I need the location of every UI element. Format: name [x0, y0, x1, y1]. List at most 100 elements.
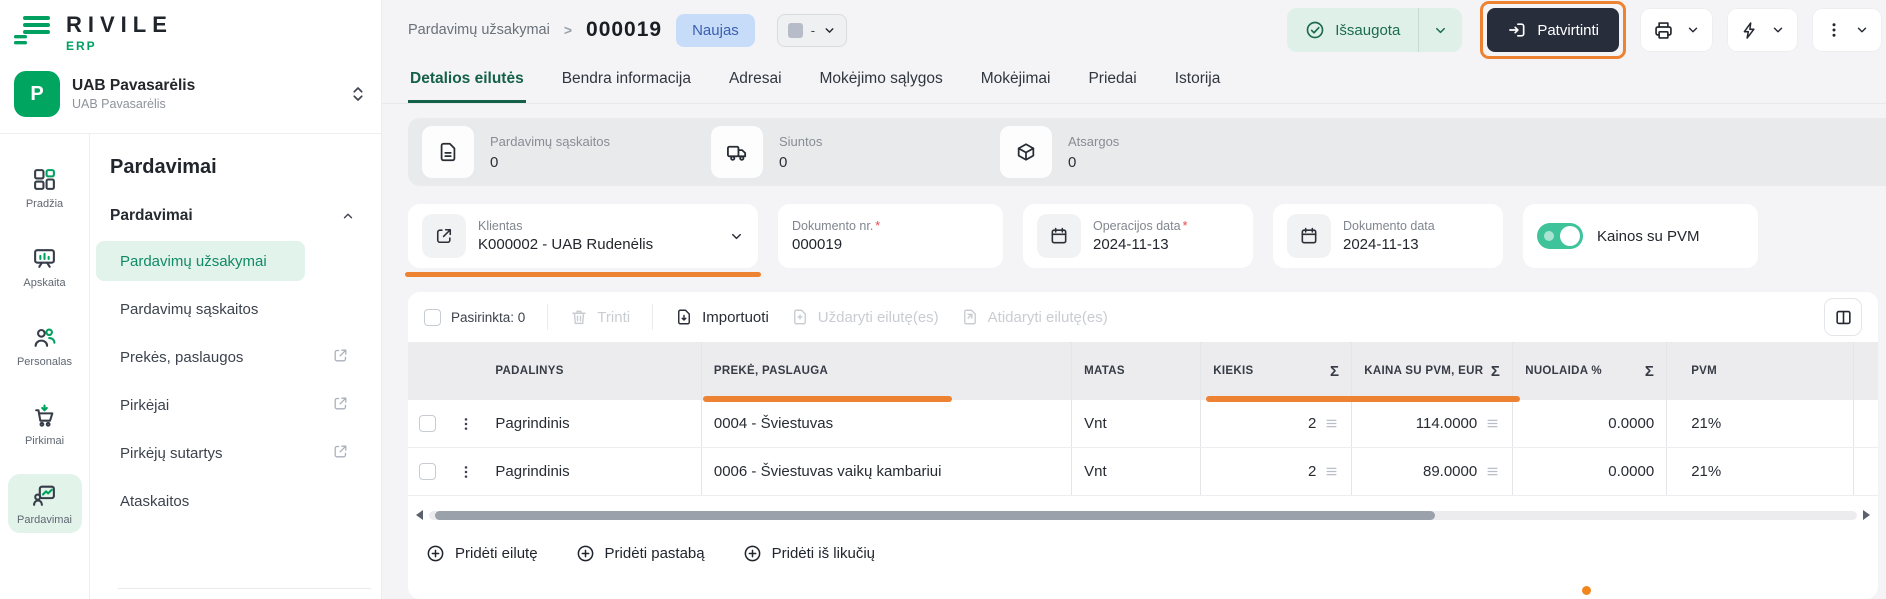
dokumento-data-field[interactable]: Dokumento data 2024-11-13 [1273, 204, 1503, 268]
chevron-down-icon [1686, 23, 1700, 37]
column-header-matas[interactable]: MATAS [1071, 342, 1200, 400]
sidebar-item-ataskaitos[interactable]: Ataskaitos [96, 481, 305, 521]
dokumento-data-value: 2024-11-13 [1343, 236, 1435, 253]
company-avatar: P [14, 71, 60, 117]
tab-bendra-informacija[interactable]: Bendra informacija [560, 60, 693, 103]
add-note-button[interactable]: Pridėti pastabą [576, 544, 705, 563]
scroll-right-arrow[interactable] [1863, 510, 1870, 520]
cell-menu-icon[interactable] [1324, 464, 1339, 479]
scroll-left-arrow[interactable] [416, 510, 423, 520]
import-button[interactable]: Importuoti [675, 308, 769, 326]
sidebar-item-pardavimu-saskaitos[interactable]: Pardavimų sąskaitos [96, 289, 305, 329]
lines-table-card: Pasirinkta: 0 Trinti Importuoti [408, 292, 1878, 599]
cell-kaina[interactable]: 89.0000 [1351, 448, 1512, 495]
menu-burger-icon[interactable] [14, 14, 52, 45]
brand-logo[interactable]: RIVILE ERP [66, 14, 173, 53]
more-menu-button[interactable] [1812, 8, 1882, 52]
cell-menu-icon[interactable] [1485, 416, 1500, 431]
columns-icon [1834, 308, 1853, 327]
sales-chart-person-icon [32, 483, 57, 508]
add-row-button[interactable]: Pridėti eilutę [426, 544, 538, 563]
rail-item-pradzia[interactable]: Pradžia [8, 158, 82, 217]
color-swatch [788, 23, 803, 38]
rail-item-apskaita[interactable]: Apskaita [8, 237, 82, 296]
cell-kiekis[interactable]: 2 [1200, 448, 1351, 495]
row-checkbox[interactable] [419, 415, 436, 432]
kainos-su-pvm-toggle[interactable] [1537, 223, 1583, 249]
company-updown-icon[interactable] [349, 84, 367, 104]
rail-item-personalas[interactable]: Personalas [8, 316, 82, 375]
tab-istorija[interactable]: Istorija [1173, 60, 1223, 103]
kainos-su-pvm-card: Kainos su PVM [1523, 204, 1758, 268]
column-header-preke[interactable]: PREKĖ, PASLAUGA [701, 342, 1071, 400]
sidebar-item-label: Pirkėjai [120, 397, 169, 414]
delete-rows-button[interactable]: Trinti [570, 308, 630, 326]
brand-product: ERP [66, 39, 173, 53]
summary-card-atsargos[interactable]: Atsargos 0 [1000, 126, 1225, 178]
toolbar-divider [547, 304, 548, 330]
cell-menu-icon[interactable] [1485, 464, 1500, 479]
sum-icon[interactable]: Σ [1330, 363, 1339, 380]
tab-adresai[interactable]: Adresai [727, 60, 784, 103]
breadcrumb[interactable]: Pardavimų užsakymai [408, 22, 550, 38]
chevron-up-icon [341, 209, 355, 223]
chart-board-icon [32, 246, 57, 271]
tab-mokejimai[interactable]: Mokėjimai [979, 60, 1053, 103]
menu-section-pardavimai[interactable]: Pardavimai [110, 207, 355, 225]
column-settings-button[interactable] [1824, 298, 1862, 336]
table-row[interactable]: Pagrindinis 0006 - Šviestuvas vaikų kamb… [408, 448, 1878, 496]
tab-bar: Detalios eilutės Bendra informacija Adre… [382, 60, 1886, 104]
print-menu-button[interactable] [1640, 8, 1713, 52]
page-header: Pardavimų užsakymai > 000019 Naujas - Iš… [382, 0, 1886, 60]
table-row[interactable]: Pagrindinis 0004 - Šviestuvas Vnt 2 114.… [408, 400, 1878, 448]
rail-item-pardavimai[interactable]: Pardavimai [8, 474, 82, 533]
add-from-stock-button[interactable]: Pridėti iš likučių [743, 544, 875, 563]
sum-icon[interactable]: Σ [1645, 363, 1654, 380]
column-header-nuolaida[interactable]: NUOLAIDA %Σ [1512, 342, 1666, 400]
summary-value: 0 [779, 154, 822, 171]
summary-card-pardavimu-saskaitos[interactable]: Pardavimų sąskaitos 0 [422, 126, 647, 178]
people-icon [32, 325, 57, 350]
row-checkbox[interactable] [419, 463, 436, 480]
cell-menu-icon[interactable] [1324, 416, 1339, 431]
cell-kaina[interactable]: 114.0000 [1351, 400, 1512, 447]
main-content: Pardavimų užsakymai > 000019 Naujas - Iš… [382, 0, 1886, 599]
cell-kiekis[interactable]: 2 [1200, 400, 1351, 447]
dokumento-nr-field[interactable]: Dokumento nr.* 000019 [778, 204, 1003, 268]
summary-card-siuntos[interactable]: Siuntos 0 [711, 126, 936, 178]
row-menu-icon[interactable] [448, 464, 484, 480]
company-switcher[interactable]: P UAB Pavasarėlis UAB Pavasarėlis [0, 59, 381, 133]
sidebar-item-pardavimu-uzsakymai[interactable]: Pardavimų užsakymai [96, 241, 305, 281]
rail-item-pirkimai[interactable]: Pirkimai [8, 395, 82, 454]
column-header-padalinys[interactable]: PADALINYS [483, 365, 700, 377]
close-rows-button[interactable]: Uždaryti eilutę(es) [791, 308, 939, 326]
open-rows-button[interactable]: Atidaryti eilutę(es) [961, 308, 1108, 326]
scrollbar-track[interactable] [429, 511, 1857, 520]
column-header-pvm[interactable]: PVM [1666, 342, 1853, 400]
sidebar-item-pirkejai[interactable]: Pirkėjai [96, 385, 305, 425]
sidebar-item-prekes-paslaugos[interactable]: Prekės, paslaugos [96, 337, 305, 377]
operacijos-data-field[interactable]: Operacijos data* 2024-11-13 [1023, 204, 1253, 268]
table-header-row: PADALINYS PREKĖ, PASLAUGA MATAS KIEKISΣ … [408, 342, 1878, 400]
select-all-checkbox[interactable] [424, 309, 441, 326]
lightning-icon [1740, 21, 1759, 40]
actions-menu-button[interactable] [1727, 8, 1798, 52]
chevron-down-icon[interactable] [729, 229, 744, 244]
column-header-kiekis[interactable]: KIEKISΣ [1200, 342, 1351, 400]
klientas-field[interactable]: Klientas K000002 - UAB Rudenėlis [408, 204, 758, 268]
row-menu-icon[interactable] [448, 416, 484, 432]
tab-detalios-eilutes[interactable]: Detalios eilutės [408, 60, 526, 103]
sidebar-item-pirkeju-sutartys[interactable]: Pirkėjų sutartys [96, 433, 305, 473]
confirm-button[interactable]: Patvirtinti [1487, 8, 1619, 52]
external-link-icon [332, 347, 349, 364]
tab-mokejimo-salygos[interactable]: Mokėjimo sąlygos [818, 60, 945, 103]
sum-icon[interactable]: Σ [1491, 363, 1500, 380]
saved-dropdown-button[interactable] [1418, 8, 1462, 52]
saved-button[interactable]: Išsaugota [1287, 8, 1418, 52]
tab-priedai[interactable]: Priedai [1086, 60, 1138, 103]
column-header-kaina[interactable]: KAINA SU PVM, EURΣ [1351, 342, 1512, 400]
klientas-value: K000002 - UAB Rudenėlis [478, 236, 653, 253]
scrollbar-thumb[interactable] [435, 511, 1435, 520]
menu-section-label: Pardavimai [110, 207, 193, 225]
color-status-select[interactable]: - [777, 14, 847, 47]
